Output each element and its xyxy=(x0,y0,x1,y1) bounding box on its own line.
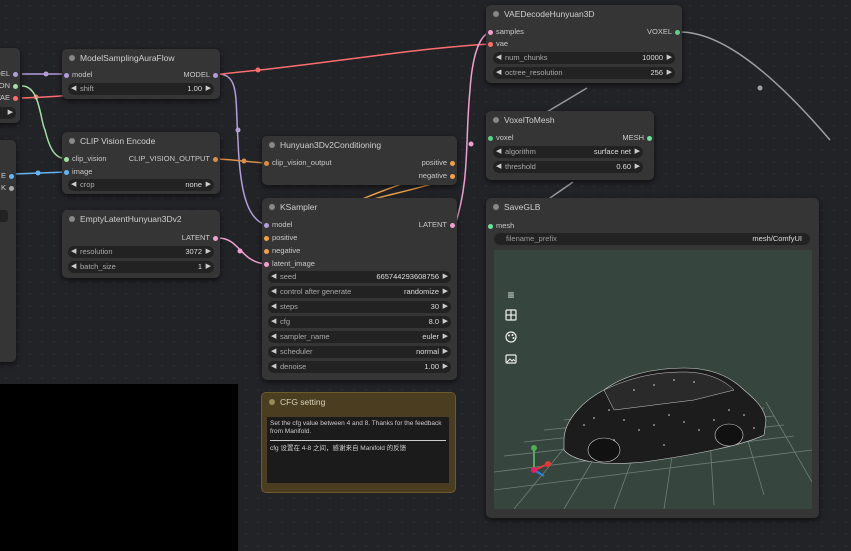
output-label-vision: VISION xyxy=(0,81,10,90)
input-label: model xyxy=(72,70,93,79)
note-divider xyxy=(270,440,446,441)
input-dot-voxel xyxy=(488,135,493,141)
node-title: CLIP Vision Encode xyxy=(62,132,220,150)
input-dot-model xyxy=(64,72,69,78)
node-title: KSampler xyxy=(262,198,457,216)
decrement-arrow-icon: ◀ xyxy=(71,181,77,188)
output-dot-negative xyxy=(450,173,455,179)
clip-vision-encode-node[interactable]: CLIP Vision Encode clip_vision image CLI… xyxy=(62,132,220,194)
wire-voxel-out xyxy=(679,31,831,141)
note-text-chinese: cfg 设置在 4-8 之间，感谢来自 Manifold 的反馈 xyxy=(270,445,407,452)
node-title: VoxelToMesh xyxy=(486,111,654,129)
filename-prefix-widget[interactable]: filename_prefix mesh/ComfyUI xyxy=(494,233,810,245)
voxel-to-mesh-node[interactable]: VoxelToMesh voxel MESH ◀ algorithm surface… xyxy=(486,111,654,180)
output-dot-model xyxy=(213,72,218,78)
car-mesh xyxy=(563,367,767,464)
shift-widget[interactable]: ◀ shift 1.00 ▶ xyxy=(68,83,214,95)
denoise-widget[interactable]: ◀ denoise 1.00 ▶ xyxy=(268,361,451,373)
input-dot-clip-vision xyxy=(64,156,69,162)
output-dot-vae xyxy=(13,95,18,101)
input-dot-vae xyxy=(488,41,493,47)
model-sampling-auraflow-node[interactable]: ModelSamplingAuraFlow model MODEL ◀ shift… xyxy=(62,49,220,99)
control-after-generate-widget[interactable]: ◀ control after generate randomize ▶ xyxy=(268,286,451,298)
empty-latent-hunyuan3dv2-node[interactable]: EmptyLatentHunyuan3Dv2 LATENT ◀ resolutio… xyxy=(62,210,220,278)
output-dot-latent xyxy=(213,235,218,241)
increment-arrow-icon: ▶ xyxy=(205,263,211,270)
output-label: MODEL xyxy=(183,70,210,79)
vae-decode-hunyuan3d-node[interactable]: VAEDecodeHunyuan3D samples vae VOXEL ◀ nu… xyxy=(486,5,682,83)
cfg-widget[interactable]: ◀ cfg 8.0 ▶ xyxy=(268,316,451,328)
partial-label-k: K xyxy=(0,183,6,192)
output-label-vae: VAE xyxy=(0,93,10,102)
note-title: CFG setting xyxy=(262,393,455,411)
increment-arrow-icon: ▶ xyxy=(205,181,211,188)
output-dot-positive xyxy=(450,160,455,166)
partial-label-e: E xyxy=(0,171,6,180)
batch-size-widget[interactable]: ◀ batch_size 1 ▶ xyxy=(68,261,214,273)
output-dot-voxel xyxy=(675,29,680,35)
input-dot-image xyxy=(64,169,69,175)
cfg-setting-note[interactable]: CFG setting Set the cfg value between 4 … xyxy=(261,392,456,493)
3d-mesh-viewer[interactable]: ≡ xyxy=(494,250,812,509)
wire-model-to-ksampler xyxy=(217,73,267,226)
threshold-widget[interactable]: ◀ threshold 0.60 ▶ xyxy=(493,161,643,173)
input-dot-model xyxy=(264,222,269,228)
hunyuan3dv2-conditioning-node[interactable]: Hunyuan3Dv2Conditioning clip_vision_outp… xyxy=(262,136,457,185)
output-dot-model xyxy=(13,71,18,77)
partial-widget[interactable]: ▶ xyxy=(0,107,16,119)
node-title: SaveGLB xyxy=(486,198,819,216)
left-partial-node[interactable]: MODEL VISION VAE ▶ xyxy=(0,48,20,123)
grid-floor-and-model xyxy=(494,367,812,509)
output-label-model: MODEL xyxy=(0,69,10,78)
input-dot-latent-image xyxy=(264,261,269,267)
algorithm-widget[interactable]: ◀ algorithm surface net ▶ xyxy=(493,146,643,158)
output-dot-latent xyxy=(450,222,455,228)
input-dot-positive xyxy=(264,235,269,241)
increment-arrow-icon: ▶ xyxy=(205,85,211,92)
crop-widget[interactable]: ◀ crop none ▶ xyxy=(68,179,214,191)
decrement-arrow-icon: ◀ xyxy=(71,85,77,92)
input-dot-mesh xyxy=(488,223,493,229)
input-dot-samples xyxy=(488,29,493,35)
wire-reroute-dot xyxy=(757,85,763,91)
sampler-name-widget[interactable]: ◀ sampler_name euler ▶ xyxy=(268,331,451,343)
node-title: ModelSamplingAuraFlow xyxy=(62,49,220,67)
input-dot-negative xyxy=(264,248,269,254)
partial-field[interactable] xyxy=(0,210,8,222)
node-title: VAEDecodeHunyuan3D xyxy=(486,5,682,23)
output-dot-vision xyxy=(13,83,18,89)
wire-latent-out xyxy=(454,31,491,226)
input-dot-clip-vision-output xyxy=(264,160,269,166)
resolution-widget[interactable]: ◀ resolution 3072 ▶ xyxy=(68,246,214,258)
left-partial-node-2[interactable]: E K xyxy=(0,140,16,362)
decrement-arrow-icon: ◀ xyxy=(71,263,77,270)
note-textarea[interactable]: Set the cfg value between 4 and 8. Thank… xyxy=(267,417,449,483)
octree-resolution-widget[interactable]: ◀ octree_resolution 256 ▶ xyxy=(493,67,675,79)
node-title: Hunyuan3Dv2Conditioning xyxy=(262,136,457,154)
axis-gizmo xyxy=(531,445,551,477)
decrement-arrow-icon: ◀ xyxy=(71,248,77,255)
node-title: EmptyLatentHunyuan3Dv2 xyxy=(62,210,220,228)
output-dot-mesh xyxy=(647,135,652,141)
steps-widget[interactable]: ◀ steps 30 ▶ xyxy=(268,301,451,313)
output-dot-clip-vision-output xyxy=(213,156,218,162)
ksampler-node[interactable]: KSampler model positive negative latent_… xyxy=(262,198,457,380)
scheduler-widget[interactable]: ◀ scheduler normal ▶ xyxy=(268,346,451,358)
num-chunks-widget[interactable]: ◀ num_chunks 10000 ▶ xyxy=(493,52,675,64)
increment-arrow-icon: ▶ xyxy=(205,248,211,255)
note-text-english: Set the cfg value between 4 and 8. Thank… xyxy=(270,420,442,435)
seed-widget[interactable]: ◀ seed 665744293608756 ▶ xyxy=(268,271,451,283)
